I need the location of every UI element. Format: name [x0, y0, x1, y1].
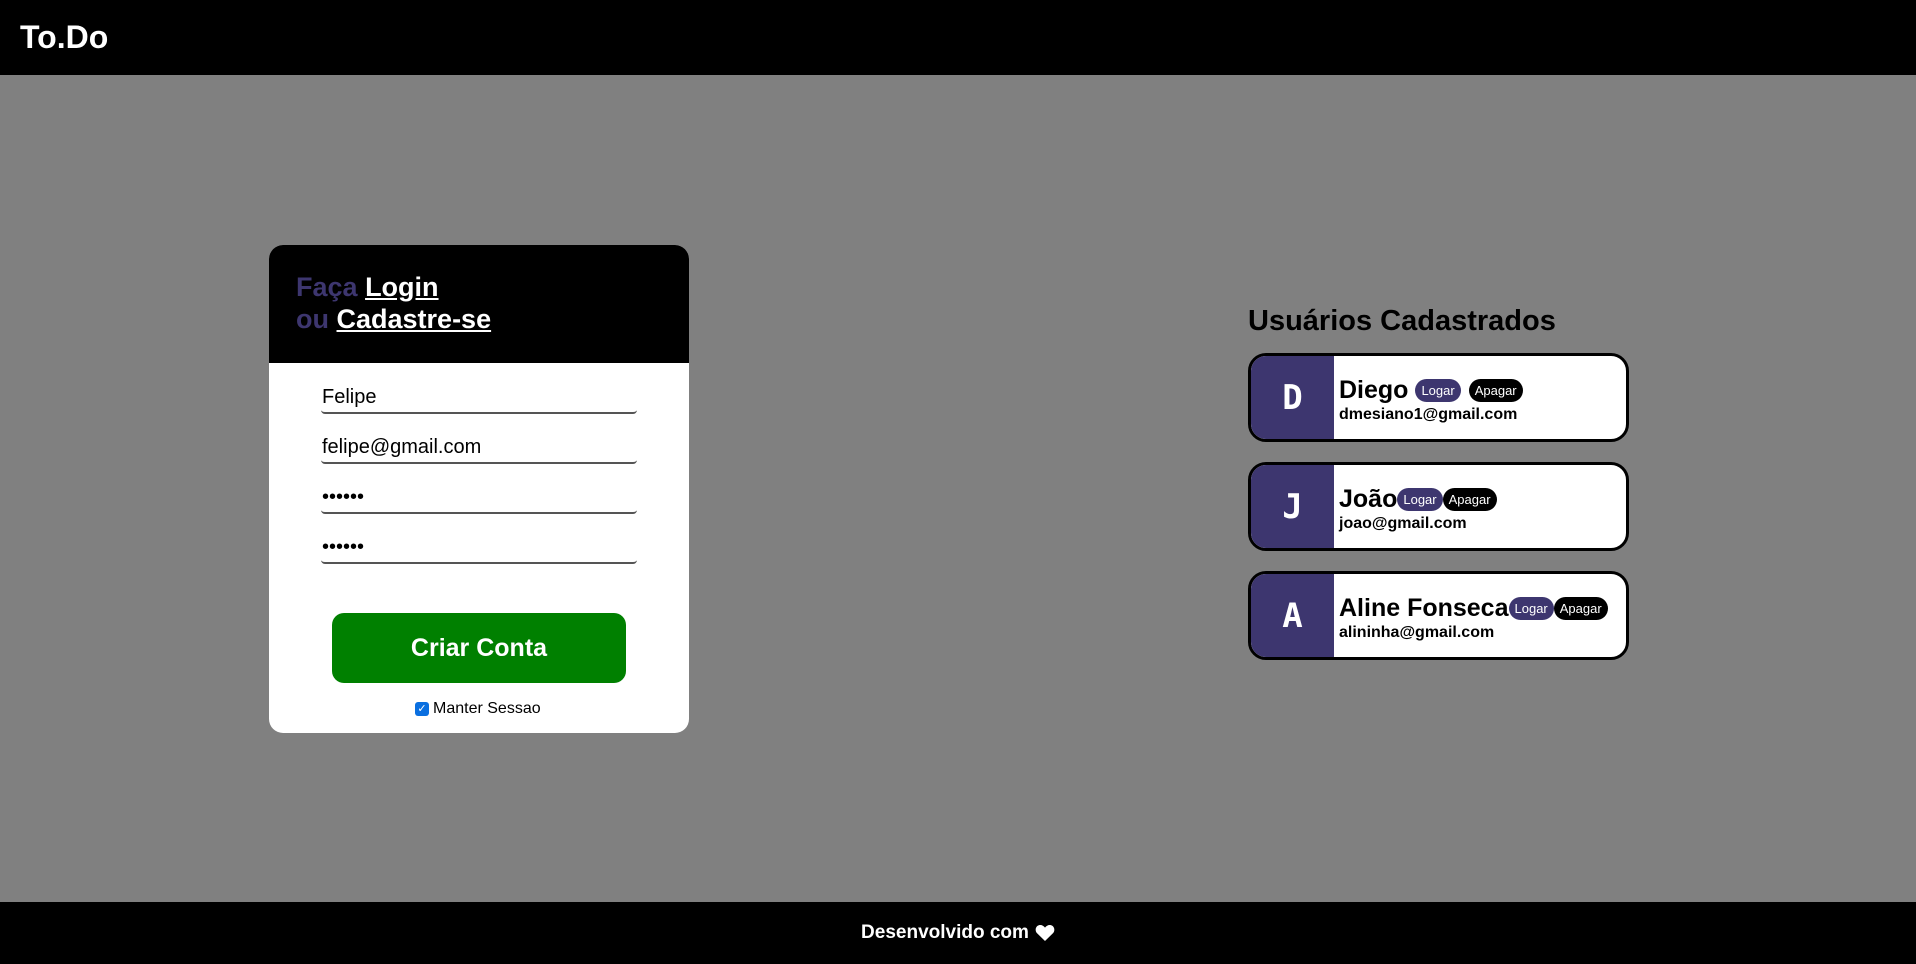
login-user-button[interactable]: Logar: [1508, 597, 1554, 620]
create-account-button[interactable]: Criar Conta: [332, 613, 626, 683]
user-name: João: [1339, 485, 1398, 513]
heading-prefix: Faça: [296, 272, 358, 302]
keep-session-checkbox[interactable]: ✓: [415, 702, 429, 716]
delete-user-button[interactable]: Apagar: [1553, 597, 1608, 620]
registered-users-panel: Usuários Cadastrados D Diego Logar Apaga…: [1248, 305, 1629, 680]
user-card: J João Logar Apagar joao@gmail.com: [1248, 462, 1629, 551]
login-user-button[interactable]: Logar: [1415, 379, 1461, 402]
name-input[interactable]: Felipe: [321, 383, 637, 414]
footer: Desenvolvido com: [0, 902, 1916, 964]
avatar: D: [1251, 356, 1334, 439]
login-card-header: Faça Login ou Cadastre-se: [269, 245, 689, 363]
keep-session-option[interactable]: ✓ Manter Sessao: [415, 700, 541, 718]
signup-link[interactable]: Cadastre-se: [337, 304, 492, 334]
avatar: A: [1251, 574, 1334, 657]
user-email: alininha@gmail.com: [1339, 624, 1495, 641]
user-email: dmesiano1@gmail.com: [1339, 406, 1518, 423]
footer-text: Desenvolvido com: [861, 922, 1029, 943]
brand-logo[interactable]: To.Do: [20, 19, 108, 56]
keep-session-label: Manter Sessao: [433, 700, 541, 717]
users-title: Usuários Cadastrados: [1248, 305, 1556, 337]
delete-user-button[interactable]: Apagar: [1468, 379, 1523, 402]
login-user-button[interactable]: Logar: [1397, 488, 1443, 511]
user-card: A Aline Fonseca Logar Apagar alininha@gm…: [1248, 571, 1629, 660]
heading-or: ou: [296, 304, 329, 334]
heart-icon: [1035, 924, 1055, 942]
signup-form: Felipe felipe@gmail.com •••••• ••••••: [269, 363, 689, 564]
delete-user-button[interactable]: Apagar: [1442, 488, 1497, 511]
login-card: Faça Login ou Cadastre-se Felipe felipe@…: [269, 245, 689, 733]
user-name: Diego: [1339, 376, 1409, 404]
avatar: J: [1251, 465, 1334, 548]
confirm-password-input[interactable]: ••••••: [321, 533, 637, 564]
user-email: joao@gmail.com: [1339, 515, 1467, 532]
navbar: To.Do: [0, 0, 1916, 75]
email-input[interactable]: felipe@gmail.com: [321, 433, 637, 464]
user-card: D Diego Logar Apagar dmesiano1@gmail.com: [1248, 353, 1629, 442]
password-input[interactable]: ••••••: [321, 483, 637, 514]
user-name: Aline Fonseca: [1339, 594, 1509, 622]
login-link[interactable]: Login: [365, 272, 438, 302]
